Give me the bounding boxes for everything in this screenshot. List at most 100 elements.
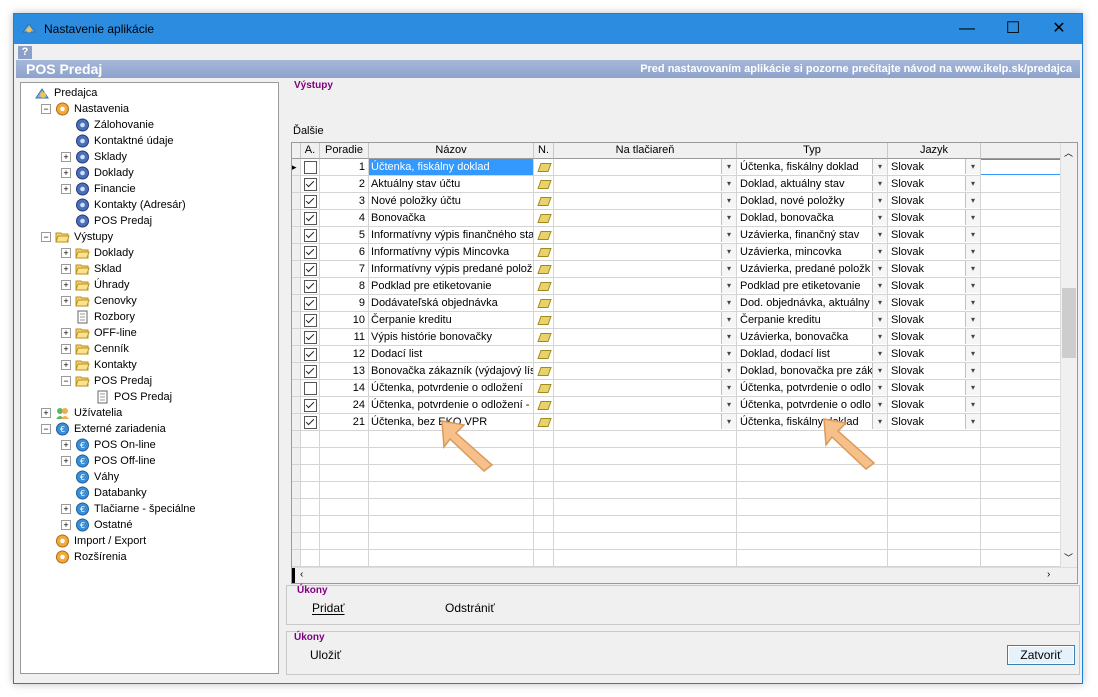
tree-item[interactable]: Predajca [35,85,97,101]
printer-dropdown[interactable]: ▾ [554,159,737,176]
note-icon[interactable] [537,384,552,393]
chevron-down-icon[interactable]: ▾ [965,278,980,293]
scroll-thumb-h[interactable] [292,568,295,583]
note-icon[interactable] [537,197,552,206]
tree-item[interactable]: OFF-line [75,325,137,341]
chevron-down-icon[interactable]: ▾ [965,261,980,276]
chevron-down-icon[interactable]: ▾ [721,193,736,208]
chevron-down-icon[interactable]: ▾ [965,312,980,327]
chevron-down-icon[interactable]: ▾ [965,329,980,344]
type-dropdown[interactable]: Účtenka, potvrdenie o odlo ▾ [737,397,888,414]
active-checkbox[interactable] [304,348,317,361]
title-bar[interactable]: Nastavenie aplikácie — ☐ ✕ [14,14,1082,44]
printer-dropdown[interactable]: ▾ [554,346,737,363]
scroll-up-icon[interactable]: ︿ [1064,146,1073,159]
column-header-active[interactable]: A. [301,143,320,159]
table-cell[interactable] [301,193,320,210]
tree-expander-icon[interactable]: − [41,424,51,434]
chevron-down-icon[interactable]: ▾ [721,363,736,378]
chevron-down-icon[interactable]: ▾ [872,363,887,378]
chevron-down-icon[interactable]: ▾ [872,295,887,310]
chevron-down-icon[interactable]: ▾ [872,227,887,242]
tree-item[interactable]: € Externé zariadenia [55,421,166,437]
table-cell[interactable] [301,244,320,261]
type-dropdown[interactable]: Doklad, aktuálny stav ▾ [737,176,888,193]
tree-expander-icon[interactable]: + [61,328,71,338]
table-cell[interactable] [301,227,320,244]
chevron-down-icon[interactable]: ▾ [965,295,980,310]
table-row[interactable]: 3 Nové položky účtu ▾ Doklad, nové položky ▾… [292,193,1062,210]
tree-expander-icon[interactable]: + [61,168,71,178]
language-dropdown[interactable]: Slovak ▾ [888,159,981,176]
type-dropdown[interactable]: Doklad, bonovačka ▾ [737,210,888,227]
tree-item[interactable]: Sklady [75,149,127,165]
chevron-down-icon[interactable]: ▾ [965,244,980,259]
tree-expander-icon[interactable]: + [61,296,71,306]
language-dropdown[interactable]: Slovak ▾ [888,312,981,329]
table-row[interactable]: 5 Informatívny výpis finančného sta ▾ Uzávi… [292,227,1062,244]
chevron-down-icon[interactable]: ▾ [872,278,887,293]
table-cell[interactable] [301,312,320,329]
chevron-down-icon[interactable]: ▾ [965,414,980,429]
chevron-down-icon[interactable]: ▾ [721,278,736,293]
type-dropdown[interactable]: Čerpanie kreditu ▾ [737,312,888,329]
table-row[interactable]: ▸ 1 Účtenka, fiskálny doklad ▾ Účtenka, fisk… [292,159,1062,176]
note-icon[interactable] [537,248,552,257]
chevron-down-icon[interactable]: ▾ [721,227,736,242]
active-checkbox[interactable] [304,263,317,276]
table-cell[interactable] [301,346,320,363]
table-row[interactable]: 10 Čerpanie kreditu ▾ Čerpanie kreditu ▾ Slov… [292,312,1062,329]
active-checkbox[interactable] [304,229,317,242]
scroll-left-icon[interactable]: ‹ [300,569,303,580]
printer-dropdown[interactable]: ▾ [554,176,737,193]
column-header-order[interactable]: Poradie [320,143,369,159]
active-checkbox[interactable] [304,314,317,327]
chevron-down-icon[interactable]: ▾ [872,261,887,276]
tree-expander-icon[interactable]: − [41,104,51,114]
add-button[interactable]: Pridať [312,601,345,615]
language-dropdown[interactable]: Slovak ▾ [888,363,981,380]
chevron-down-icon[interactable]: ▾ [965,397,980,412]
printer-dropdown[interactable]: ▾ [554,397,737,414]
table-row[interactable]: 6 Informatívny výpis Mincovka ▾ Uzávierka, … [292,244,1062,261]
chevron-down-icon[interactable]: ▾ [721,397,736,412]
printer-dropdown[interactable]: ▾ [554,244,737,261]
tree-item[interactable]: Zálohovanie [75,117,154,133]
tree-item[interactable]: Kontaktné údaje [75,133,174,149]
chevron-down-icon[interactable]: ▾ [721,329,736,344]
chevron-down-icon[interactable]: ▾ [872,346,887,361]
printer-dropdown[interactable]: ▾ [554,278,737,295]
tree-item[interactable]: Kontakty (Adresár) [75,197,186,213]
note-icon[interactable] [537,180,552,189]
outputs-grid[interactable]: A. Poradie Názov N. Na tlačiareň Typ Jazyk ▸ 1 Ú… [291,142,1078,584]
chevron-down-icon[interactable]: ▾ [721,210,736,225]
close-dialog-button[interactable]: Zatvoriť [1007,645,1075,665]
active-checkbox[interactable] [304,178,317,191]
active-checkbox[interactable] [304,212,317,225]
language-dropdown[interactable]: Slovak ▾ [888,329,981,346]
remove-button[interactable]: Odstrániť [445,601,495,615]
note-icon[interactable] [537,299,552,308]
column-header-language[interactable]: Jazyk [888,143,981,159]
language-dropdown[interactable]: Slovak ▾ [888,176,981,193]
tree-item[interactable]: Financie [75,181,136,197]
printer-dropdown[interactable]: ▾ [554,312,737,329]
type-dropdown[interactable]: Účtenka, fiskálny doklad ▾ [737,159,888,176]
table-row[interactable]: 8 Podklad pre etiketovanie ▾ Podklad pre et… [292,278,1062,295]
table-row[interactable]: 14 Účtenka, potvrdenie o odložení ▾ Účtenka… [292,380,1062,397]
chevron-down-icon[interactable]: ▾ [965,363,980,378]
tree-item[interactable]: POS Predaj [75,373,152,389]
note-icon[interactable] [537,333,552,342]
close-button[interactable]: ✕ [1036,14,1082,44]
column-header-spacer[interactable] [981,143,1061,159]
tree-expander-icon[interactable]: + [61,504,71,514]
save-button[interactable]: Uložiť [310,648,341,662]
language-dropdown[interactable]: Slovak ▾ [888,278,981,295]
tree-expander-icon[interactable]: + [61,280,71,290]
chevron-down-icon[interactable]: ▾ [721,414,736,429]
table-cell[interactable] [301,397,320,414]
help-icon[interactable]: ? [18,46,32,59]
type-dropdown[interactable]: Doklad, nové položky ▾ [737,193,888,210]
tree-item[interactable]: Import / Export [55,533,146,549]
tree-expander-icon[interactable]: + [61,264,71,274]
